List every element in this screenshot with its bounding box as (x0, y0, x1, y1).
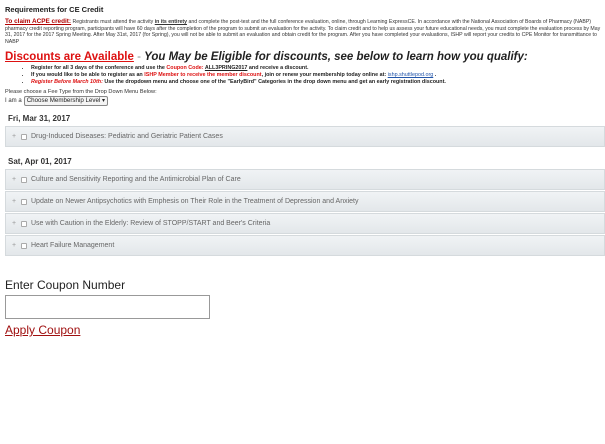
discounts-title: Discounts are Available (5, 51, 134, 64)
coupon-label: Enter Coupon Number (5, 278, 126, 293)
session-row[interactable]: + Use with Caution in the Elderly: Revie… (5, 213, 605, 235)
ce-credit-paragraph: To claim ACPE credit: Registrants must a… (5, 18, 605, 45)
coupon-input[interactable] (5, 295, 210, 320)
session-row[interactable]: + Heart Failure Management (5, 235, 605, 257)
discount-list: Register for all 3 days of the conferenc… (5, 65, 605, 85)
day-date: Fri, Mar 31, 2017 (8, 114, 71, 124)
discount-item-member: If you would like to be able to register… (31, 72, 605, 79)
claim-emphasis: in its entirety (154, 19, 187, 25)
membership-level-select[interactable]: Choose Membership Level ▾ (23, 96, 109, 107)
discount-item-coupon: Register for all 3 days of the conferenc… (31, 65, 605, 72)
session-title: Culture and Sensitivity Reporting and th… (31, 176, 241, 184)
session-title: Heart Failure Management (31, 242, 115, 250)
session-checkbox[interactable] (21, 242, 27, 249)
session-row[interactable]: + Culture and Sensitivity Reporting and … (5, 169, 605, 191)
session-row[interactable]: + Update on Newer Antipsychotics with Em… (5, 191, 605, 213)
requirements-title: Requirements for CE Credit (5, 5, 104, 14)
chevron-down-icon: ▾ (102, 97, 106, 105)
discount-item-earlybird: Register Before March 10th: Use the drop… (31, 79, 605, 86)
expand-icon[interactable]: + (12, 133, 20, 140)
session-checkbox[interactable] (21, 133, 27, 140)
membership-level-value: Choose Membership Level (26, 97, 101, 105)
discounts-subtitle: You May be Eligible for discounts, see b… (144, 51, 528, 64)
fee-prefix: I am a (5, 98, 22, 105)
claim-lead: To claim ACPE credit: (5, 18, 72, 25)
coupon-code: ALL3PRING2017 (204, 65, 248, 72)
session-checkbox[interactable] (21, 220, 27, 227)
expand-icon[interactable]: + (12, 176, 20, 183)
session-title: Use with Caution in the Elderly: Review … (31, 220, 271, 228)
session-title: Drug-Induced Diseases: Pediatric and Ger… (31, 133, 223, 141)
session-title: Update on Newer Antipsychotics with Emph… (31, 198, 359, 206)
expand-icon[interactable]: + (12, 198, 20, 205)
coupon-section: Enter Coupon Number Apply Coupon (5, 278, 605, 337)
fee-type-row: I am a Choose Membership Level ▾ (5, 96, 605, 107)
expand-icon[interactable]: + (12, 220, 20, 227)
discounts-separator: - (133, 51, 145, 64)
session-checkbox[interactable] (21, 176, 27, 183)
registration-page: Requirements for CE Credit To claim ACPE… (0, 0, 605, 337)
apply-coupon-link[interactable]: Apply Coupon (5, 323, 605, 337)
session-checkbox[interactable] (21, 198, 27, 205)
expand-icon[interactable]: + (12, 242, 20, 249)
membership-link[interactable]: ishp.shuttlepod.org (388, 72, 434, 78)
claim-text-1: Registrants must attend the activity (72, 19, 154, 25)
session-row[interactable]: + Drug-Induced Diseases: Pediatric and G… (5, 126, 605, 148)
discounts-heading: Discounts are Available - You May be Eli… (5, 51, 605, 63)
fee-type-note: Please choose a Fee Type from the Drop D… (5, 89, 157, 96)
day-date: Sat, Apr 01, 2017 (8, 157, 72, 167)
